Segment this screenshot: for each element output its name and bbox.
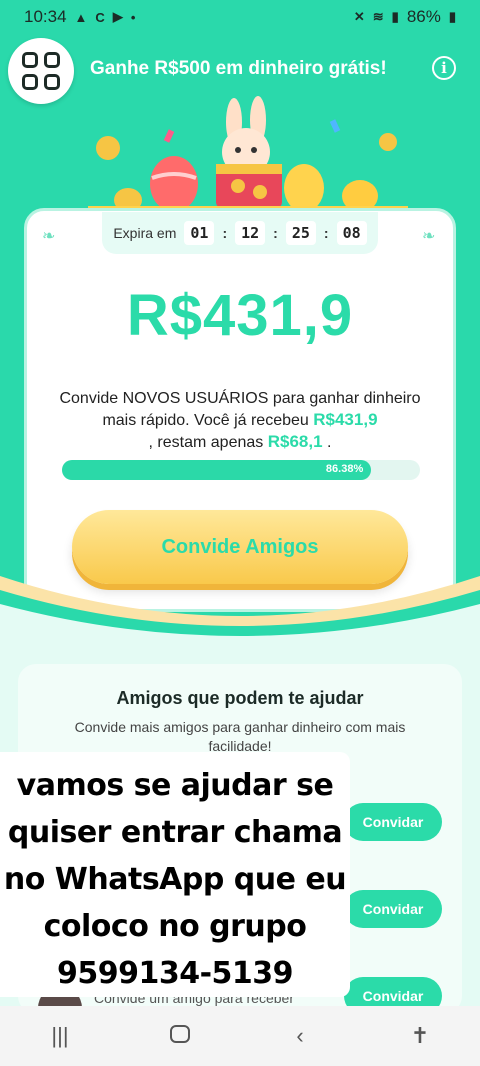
easter-egg-icon — [150, 156, 198, 212]
status-left: 10:34 ▲ C ▶ • — [24, 7, 135, 27]
hero-illustration — [88, 96, 408, 214]
battery-icon: ▮ — [448, 9, 456, 24]
received-amount: R$431,9 — [313, 410, 378, 429]
apps-menu-button[interactable] — [8, 38, 74, 104]
overlay-line: quiser entrar chama — [7, 815, 343, 850]
mute-icon: ✕ — [353, 9, 365, 24]
info-icon[interactable]: i — [432, 56, 456, 80]
sync-icon: C — [95, 9, 105, 25]
overlay-text-box: vamos se ajudar se quiser entrar chama n… — [0, 752, 350, 997]
battery-percent: 86% — [406, 7, 441, 26]
timer-separator: : — [273, 225, 278, 241]
dot-icon: • — [130, 9, 136, 25]
invite-button[interactable]: Convidar — [344, 890, 442, 928]
remaining-amount: R$68,1 — [267, 432, 323, 451]
progress-bar: 86.38% — [62, 460, 420, 480]
warning-icon: ▲ — [74, 9, 88, 25]
header-title: Ganhe R$500 em dinheiro grátis! — [90, 58, 387, 79]
countdown-timer: Expira em 01 : 12 : 25 : 08 — [102, 212, 378, 254]
timer-seconds: 08 — [336, 221, 367, 245]
progress-fill: 86.38% — [62, 460, 372, 480]
wifi-icon: ≋ — [372, 9, 384, 24]
back-icon[interactable]: ‹ — [270, 1023, 330, 1049]
timer-separator: : — [222, 225, 228, 241]
overlay-phone: 9599134-5139 — [56, 956, 294, 991]
confetti-icon — [329, 119, 341, 133]
grid-square-icon — [22, 52, 38, 68]
timer-label: Expira em — [113, 225, 177, 241]
invite-button[interactable]: Convidar — [344, 803, 442, 841]
status-right: ✕ ≋ ▮ 86% ▮ — [354, 7, 456, 27]
grid-square-icon — [44, 74, 60, 90]
home-icon[interactable] — [150, 1023, 210, 1049]
leaf-icon: ❧ — [422, 228, 436, 245]
coin-icon — [96, 136, 120, 160]
timer-days: 01 — [184, 221, 215, 245]
timer-minutes: 25 — [285, 221, 316, 245]
reward-description: Convide NOVOS USUÁRIOS para ganhar dinhe… — [56, 388, 424, 453]
desc-text: , restam apenas — [148, 434, 264, 451]
youtube-icon: ▶ — [112, 9, 123, 24]
system-nav-bar: ||| ‹ ✝ — [0, 1006, 480, 1066]
friends-title: Amigos que podem te ajudar — [116, 688, 364, 708]
leaf-icon: ❧ — [42, 228, 56, 245]
timer-separator: : — [323, 225, 329, 241]
status-time: 10:34 — [24, 7, 67, 26]
confetti-icon — [163, 129, 175, 143]
desc-text: . — [327, 434, 332, 451]
grid-square-icon — [44, 52, 60, 68]
recent-apps-icon[interactable]: ||| — [30, 1023, 90, 1049]
easter-egg-icon — [284, 164, 324, 212]
status-bar: 10:34 ▲ C ▶ • ✕ ≋ ▮ 86% ▮ — [0, 0, 480, 34]
overlay-line: vamos se ajudar se — [16, 768, 334, 803]
friends-subtitle: Convide mais amigos para ganhar dinheiro… — [74, 719, 406, 754]
signal-icon: ▮ — [391, 9, 399, 24]
coin-icon — [379, 133, 397, 151]
reward-amount: R$431,9 — [126, 283, 354, 348]
grid-square-icon — [22, 74, 38, 90]
overlay-line: no WhatsApp que eu — [3, 862, 347, 897]
accessibility-icon[interactable]: ✝ — [390, 1023, 450, 1049]
timer-hours: 12 — [235, 221, 266, 245]
overlay-line: coloco no grupo — [43, 909, 307, 944]
progress-label: 86.38% — [325, 463, 364, 475]
